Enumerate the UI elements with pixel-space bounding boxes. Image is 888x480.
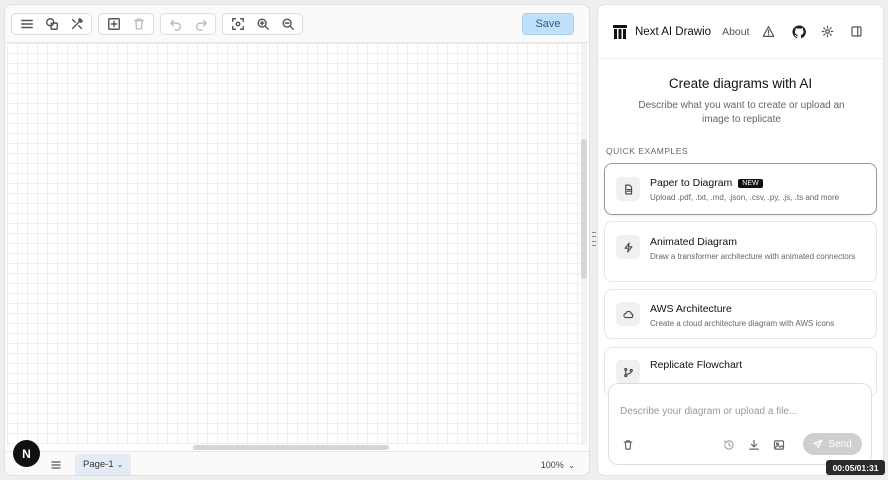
image-icon xyxy=(773,440,785,450)
shapes-icon xyxy=(45,17,58,30)
save-button[interactable]: Save xyxy=(522,13,574,35)
download-icon xyxy=(749,439,759,450)
menu-icon xyxy=(51,460,61,469)
chevron-down-icon: ⌄ xyxy=(116,460,124,469)
history-button[interactable] xyxy=(721,437,737,453)
settings-button[interactable] xyxy=(820,24,835,39)
page-tab-label: Page-1 xyxy=(83,459,114,470)
toolbar-group-zoom xyxy=(222,12,303,35)
logo-icon xyxy=(613,24,627,39)
toolbar-group-edit xyxy=(98,12,154,35)
plus-square-icon xyxy=(107,17,120,30)
card-title: Paper to Diagram NEW xyxy=(650,177,763,189)
chat-composer: Send xyxy=(608,383,872,465)
card-title-text: Paper to Diagram xyxy=(650,177,733,189)
shapes-button[interactable] xyxy=(39,14,64,34)
redo-icon xyxy=(195,19,207,31)
trash-icon xyxy=(133,17,144,30)
welcome-title: Create diagrams with AI xyxy=(668,76,813,91)
gear-icon xyxy=(821,25,834,38)
pages-menu-button[interactable] xyxy=(47,456,65,474)
card-icon-box xyxy=(616,177,640,201)
github-button[interactable] xyxy=(791,24,806,39)
editor-toolbar: Save xyxy=(5,5,589,43)
insert-button[interactable] xyxy=(101,14,126,34)
redo-button[interactable] xyxy=(188,14,213,34)
download-button[interactable] xyxy=(746,437,762,453)
zoom-label: 100% xyxy=(540,459,564,470)
page-bar: Page-1 ⌄ 100% ⌄ xyxy=(5,451,589,475)
git-branch-icon xyxy=(623,367,633,377)
file-icon xyxy=(624,183,632,195)
card-description: Upload .pdf, .txt, .md, .json, .csv, .py… xyxy=(650,193,840,202)
card-title: Replicate Flowchart xyxy=(650,359,743,371)
chat-input[interactable] xyxy=(609,384,871,428)
card-description: Create a cloud architecture diagram with… xyxy=(650,319,835,328)
card-title: AWS Architecture xyxy=(650,303,732,315)
tools-icon xyxy=(71,17,83,29)
panel-icon xyxy=(851,26,862,37)
vertical-scrollbar[interactable] xyxy=(581,43,587,445)
trash-icon xyxy=(623,440,633,450)
example-card-paper-to-diagram[interactable]: Paper to Diagram NEW Upload .pdf, .txt, .… xyxy=(604,163,877,215)
new-badge: NEW xyxy=(738,179,763,188)
zoom-out-icon xyxy=(281,17,294,30)
chat-panel: Next AI Drawio About Create diagrams wit… xyxy=(597,4,884,476)
history-icon xyxy=(724,440,734,450)
upload-image-button[interactable] xyxy=(771,437,787,453)
app-name: Next AI Drawio xyxy=(635,25,712,38)
vertical-scroll-thumb[interactable] xyxy=(581,139,587,279)
next-dev-badge[interactable]: N xyxy=(13,440,40,467)
zoom-in-button[interactable] xyxy=(250,14,275,34)
horizontal-scroll-thumb[interactable] xyxy=(193,445,389,450)
send-button[interactable]: Send xyxy=(803,433,862,455)
toolbar-group-history xyxy=(160,12,216,35)
delete-button[interactable] xyxy=(126,14,151,34)
zoom-out-button[interactable] xyxy=(275,14,300,34)
card-icon-box xyxy=(616,302,640,326)
clear-chat-button[interactable] xyxy=(620,437,636,453)
menu-icon xyxy=(20,19,33,28)
toolbar-group-view xyxy=(11,12,92,35)
video-timer: 00:05/01:31 xyxy=(826,460,885,475)
about-link[interactable]: About xyxy=(722,26,749,38)
app-window: Save Page-1 ⌄ 100% ⌄ N Next AI Drawio Ab… xyxy=(0,0,888,480)
zoom-in-icon xyxy=(256,17,269,30)
diagram-editor: Save Page-1 ⌄ 100% ⌄ xyxy=(4,4,590,476)
card-icon-box xyxy=(616,235,640,259)
card-description: Draw a transformer architecture with ani… xyxy=(650,252,856,261)
toggle-panel-button[interactable] xyxy=(849,24,864,39)
zoom-select[interactable]: 100% ⌄ xyxy=(541,460,575,470)
card-icon-box xyxy=(616,360,640,384)
chevron-down-icon: ⌄ xyxy=(568,460,575,470)
github-icon xyxy=(791,24,806,38)
diagram-canvas[interactable] xyxy=(7,43,581,445)
warning-button[interactable] xyxy=(761,24,776,39)
fit-button[interactable] xyxy=(225,14,250,34)
panel-header: Next AI Drawio About xyxy=(598,5,883,59)
fit-screen-icon xyxy=(231,17,244,30)
format-button[interactable] xyxy=(64,14,89,34)
undo-button[interactable] xyxy=(163,14,188,34)
send-icon xyxy=(813,439,823,449)
undo-icon xyxy=(169,19,181,31)
example-card-aws-architecture[interactable]: AWS Architecture Create a cloud architec… xyxy=(604,289,877,339)
card-title: Animated Diagram xyxy=(650,236,737,248)
cloud-icon xyxy=(622,310,633,318)
send-label: Send xyxy=(828,438,852,450)
welcome-subtitle: Describe what you want to create or uplo… xyxy=(638,100,845,125)
page-tab[interactable]: Page-1 ⌄ xyxy=(75,453,132,475)
warning-icon xyxy=(762,26,775,37)
zap-icon xyxy=(624,241,632,253)
example-card-animated-diagram[interactable]: Animated Diagram Draw a transformer arch… xyxy=(604,221,877,282)
quick-examples-heading: QUICK EXAMPLES xyxy=(606,146,689,156)
menu-button[interactable] xyxy=(14,14,39,34)
